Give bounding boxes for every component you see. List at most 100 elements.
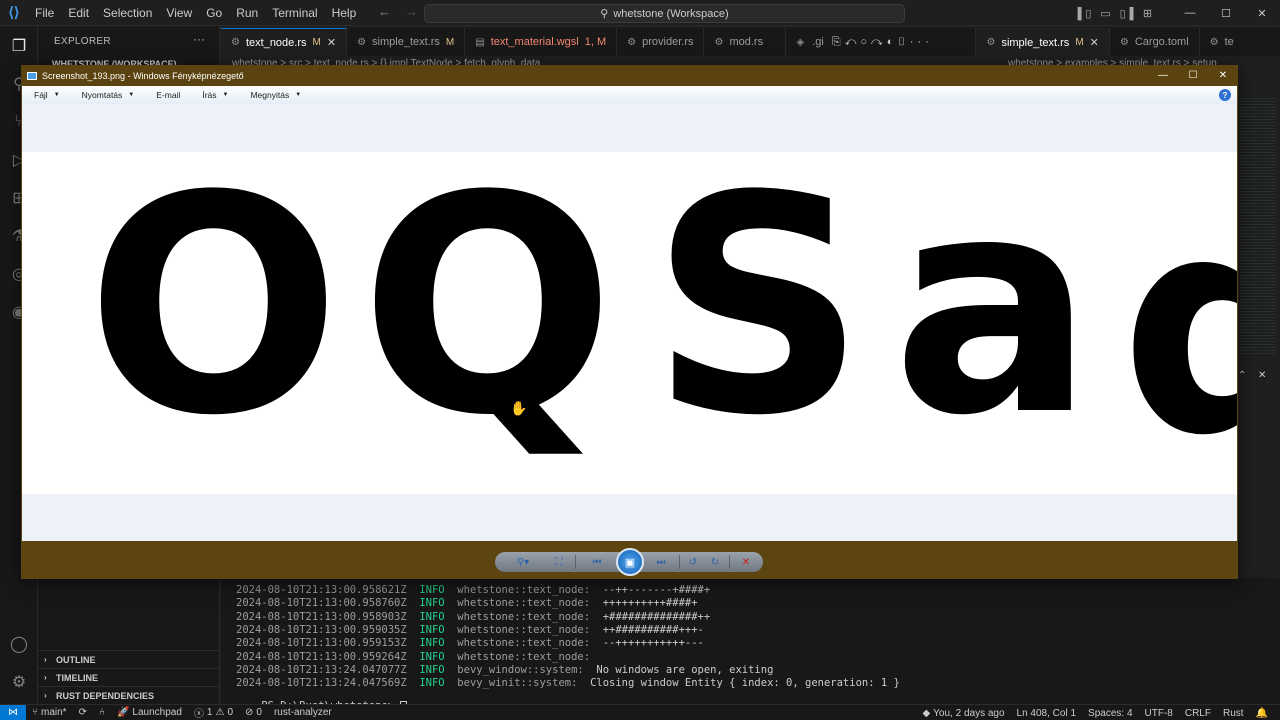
outline-section[interactable]: › OUTLINE	[38, 650, 220, 668]
terminal-line: 2024-08-10T21:13:00.959153Z INFO whetsto…	[236, 637, 704, 649]
manage-gear-icon[interactable]: ⚙	[5, 668, 33, 696]
problems-status[interactable]: ⓧ 1 ⚠ 0	[188, 705, 239, 720]
viewer-menu-label: Nyomtatás	[81, 90, 123, 100]
tab-cargo-toml[interactable]: ⚙ Cargo.toml	[1110, 28, 1200, 56]
forward-arrow-icon[interactable]: →	[405, 4, 418, 19]
menu-go[interactable]: Go	[199, 0, 229, 26]
photo-viewer-window: Screenshot_193.png - Windows Fényképnéze…	[21, 65, 1238, 579]
sync-icon[interactable]: ⟳	[73, 707, 93, 718]
log-module: whetstone::text_node:	[457, 637, 591, 650]
displayed-image: OQSad	[22, 132, 1237, 501]
explorer-icon[interactable]: ❐	[5, 32, 33, 60]
remote-indicator-icon[interactable]: ⋈	[0, 704, 26, 720]
viewer-menu-item[interactable]: Írás ▼	[202, 90, 228, 100]
previous-image-icon[interactable]: ⏮	[589, 554, 605, 570]
branch-name: main*	[41, 707, 67, 718]
menu-view[interactable]: View	[159, 0, 199, 26]
terminal-line: 2024-08-10T21:13:00.958903Z INFO whetsto…	[236, 611, 710, 623]
chevron-right-icon: ›	[44, 673, 47, 682]
customize-layout-icon[interactable]: ⊞	[1137, 0, 1158, 26]
panel-maximize-icon[interactable]: ⌃	[1238, 370, 1246, 381]
git-graph-icon[interactable]: ⑃	[93, 707, 111, 718]
minimize-window-button[interactable]: —	[1172, 0, 1208, 26]
rust-file-icon: ⚙	[714, 36, 724, 48]
viewer-minimize-button[interactable]: —	[1148, 65, 1178, 86]
rust-file-icon: ⚙	[231, 37, 240, 48]
actual-size-icon[interactable]: ⛶	[551, 554, 567, 570]
menu-terminal[interactable]: Terminal	[265, 0, 324, 26]
launchpad-status[interactable]: 🚀 Launchpad	[111, 707, 188, 718]
accounts-icon[interactable]: ◯	[5, 630, 33, 658]
log-message: Closing window Entity { index: 0, genera…	[590, 677, 900, 690]
maximize-window-button[interactable]: ☐	[1208, 0, 1244, 26]
command-center-search[interactable]: ⚲ whetstone (Workspace)	[424, 4, 905, 23]
tab-simple-text-right[interactable]: ⚙ simple_text.rs M ✕	[976, 28, 1110, 56]
encoding-status[interactable]: UTF-8	[1139, 708, 1179, 719]
viewer-title-bar[interactable]: Screenshot_193.png - Windows Fényképnéze…	[21, 65, 1238, 86]
menu-run[interactable]: Run	[229, 0, 265, 26]
notifications-bell-icon[interactable]: 🔔	[1250, 708, 1274, 719]
menu-help[interactable]: Help	[325, 0, 364, 26]
tab-provider[interactable]: ⚙ provider.rs	[617, 28, 705, 56]
menu-file[interactable]: File	[28, 0, 61, 26]
viewer-canvas[interactable]: OQSad ✋	[22, 104, 1237, 541]
log-level: INFO	[419, 610, 445, 623]
eol-status[interactable]: CRLF	[1179, 708, 1217, 719]
wgsl-file-icon: ▤	[475, 36, 485, 48]
branch-status[interactable]: ⑂ main*	[26, 707, 73, 718]
tab-text-node[interactable]: ⚙ text_node.rs M ✕	[221, 28, 348, 56]
viewer-menu-item[interactable]: E-mail	[156, 90, 180, 100]
git-blame-status[interactable]: ◆ You, 2 days ago	[916, 708, 1010, 719]
ports-icon: ⊘	[245, 707, 254, 718]
viewer-menu-item[interactable]: Megnyitás ▼	[250, 90, 301, 100]
rust-analyzer-status[interactable]: rust-analyzer	[268, 707, 338, 718]
tab-gitignore[interactable]: ◈ .gi ⎘↶○↷◐▯···	[786, 28, 977, 56]
tab-te[interactable]: ⚙ te	[1200, 28, 1244, 56]
panel-close-icon[interactable]: ✕	[1258, 370, 1266, 381]
terminal-panel[interactable]: 2024-08-10T21:13:00.958621Z INFO whetsto…	[221, 578, 1280, 712]
timeline-section[interactable]: › TIMELINE	[38, 668, 220, 686]
help-icon[interactable]: ?	[1219, 89, 1231, 101]
toggle-primary-sidebar-icon[interactable]: ▌▯	[1074, 0, 1095, 26]
slideshow-button[interactable]: ▣	[616, 548, 644, 576]
toggle-panel-icon[interactable]: ▭	[1095, 0, 1116, 26]
tab-label: text_node.rs	[245, 36, 307, 49]
viewer-menu-label: Írás	[202, 90, 217, 100]
log-level: INFO	[419, 650, 445, 663]
rust-dependencies-section[interactable]: › RUST DEPENDENCIES	[38, 686, 220, 704]
delete-icon[interactable]: ✕	[738, 554, 754, 570]
git-blame-text: You, 2 days ago	[933, 707, 1005, 719]
log-timestamp: 2024-08-10T21:13:00.959153Z	[236, 637, 407, 650]
tab-simple-text[interactable]: ⚙ simple_text.rs M	[347, 28, 466, 56]
viewer-close-button[interactable]: ✕	[1208, 65, 1238, 86]
tab-text-material[interactable]: ▤ text_material.wgsl 1, M	[465, 28, 618, 56]
minimap[interactable]	[1240, 96, 1276, 356]
back-arrow-icon[interactable]: ←	[378, 4, 391, 19]
indentation-status[interactable]: Spaces: 4	[1082, 708, 1138, 719]
close-window-button[interactable]: ✕	[1244, 0, 1280, 26]
next-image-icon[interactable]: ⏭	[653, 554, 669, 570]
editor-action-icons[interactable]: ⎘↶○↷◐▯···	[832, 36, 933, 49]
menu-edit[interactable]: Edit	[61, 0, 96, 26]
language-mode[interactable]: Rust	[1217, 708, 1250, 719]
rust-dependencies-label: RUST DEPENDENCIES	[56, 690, 155, 701]
tab-mod[interactable]: ⚙ mod.rs	[704, 28, 787, 56]
viewer-maximize-button[interactable]: ☐	[1178, 65, 1208, 86]
viewer-menu-item[interactable]: Nyomtatás ▼	[82, 90, 135, 100]
menu-selection[interactable]: Selection	[96, 0, 159, 26]
cursor-position[interactable]: Ln 408, Col 1	[1011, 708, 1083, 719]
rotate-left-icon[interactable]: ↺	[685, 554, 701, 570]
viewer-menu-item[interactable]: Fájl ▼	[34, 90, 60, 100]
log-message: --++-------+####+	[602, 584, 711, 596]
close-tab-icon[interactable]: ✕	[327, 36, 336, 49]
more-actions-icon[interactable]: ···	[193, 32, 205, 46]
title-bar-controls: ▌▯ ▭ ▯▐ ⊞ — ☐ ✕	[1074, 0, 1280, 26]
rust-file-icon: ⚙	[986, 37, 996, 48]
rotate-right-icon[interactable]: ↻	[707, 554, 723, 570]
toggle-secondary-sidebar-icon[interactable]: ▯▐	[1116, 0, 1137, 26]
outline-label: OUTLINE	[56, 654, 96, 665]
ports-status[interactable]: ⊘ 0	[239, 707, 268, 718]
close-tab-icon[interactable]: ✕	[1090, 36, 1099, 49]
zoom-icon[interactable]: ⚲▾	[515, 554, 531, 570]
viewer-menu-label: Megnyitás	[250, 90, 290, 100]
